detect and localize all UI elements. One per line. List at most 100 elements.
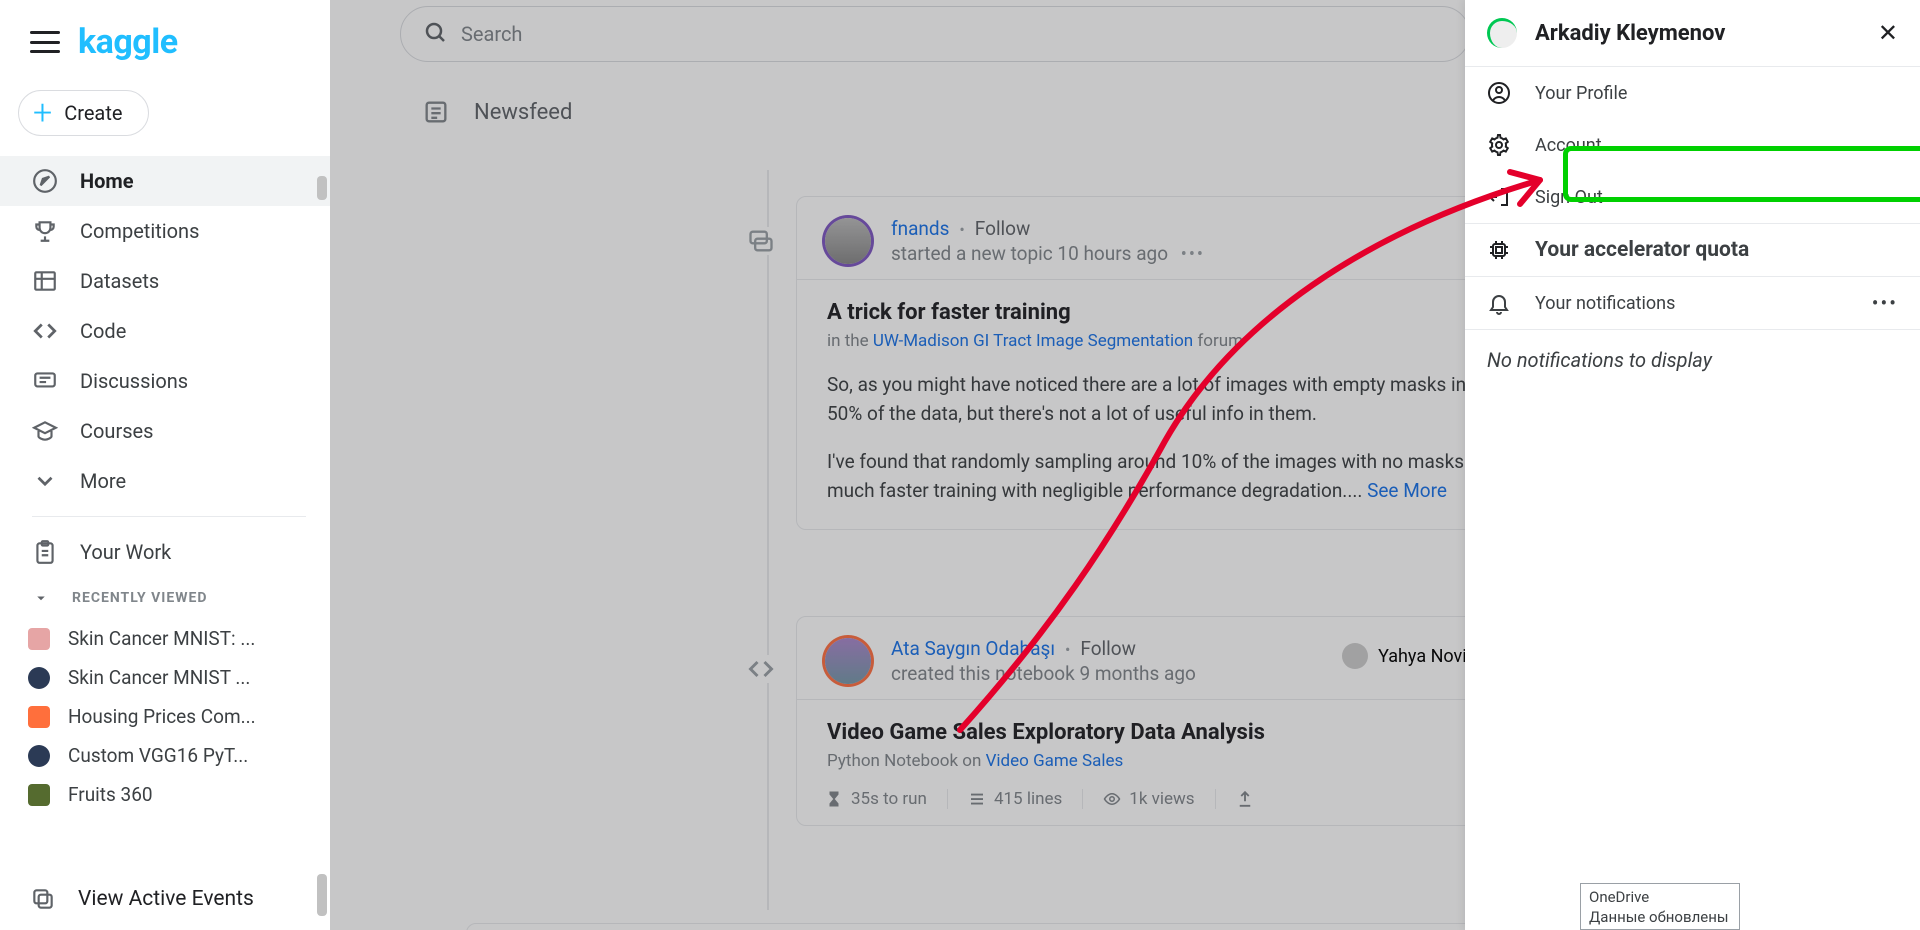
rv-item-2[interactable]: Housing Prices Com... (0, 697, 330, 736)
sidebar-item-home[interactable]: Home (0, 156, 330, 206)
copy-icon (30, 886, 56, 912)
sidebar-nav: Home Competitions Datasets Code Discussi… (0, 150, 330, 814)
panel-item-label: Sign Out (1535, 187, 1603, 208)
sidebar-item-label: Datasets (80, 269, 159, 293)
panel-item-accelerator-quota[interactable]: Your accelerator quota (1465, 224, 1920, 276)
avatar[interactable] (825, 218, 871, 264)
sidebar-item-label: Home (80, 169, 134, 193)
panel-item-profile[interactable]: Your Profile (1465, 67, 1920, 119)
rv-item-label: Housing Prices Com... (68, 705, 256, 728)
sidebar-item-discussions[interactable]: Discussions (0, 356, 330, 406)
feed-card-3: Jessica Li • Follow ▲ (466, 923, 1506, 930)
forum-link[interactable]: UW-Madison GI Tract Image Segmentation (873, 331, 1193, 351)
search-placeholder: Search (461, 22, 522, 46)
sidebar-item-courses[interactable]: Courses (0, 406, 330, 456)
sidebar-item-label: Courses (80, 419, 153, 443)
rv-item-label: Fruits 360 (68, 783, 153, 806)
more-icon[interactable]: ••• (1872, 291, 1898, 315)
panel-item-sign-out[interactable]: Sign Out (1465, 171, 1920, 223)
gear-icon (1487, 133, 1511, 157)
list-icon (422, 98, 450, 126)
rv-item-1[interactable]: Skin Cancer MNIST ... (0, 658, 330, 697)
rv-item-3[interactable]: Custom VGG16 PyT... (0, 736, 330, 775)
author-link[interactable]: Ata Saygın Odabaşı (891, 637, 1055, 660)
sidebar-item-code[interactable]: Code (0, 306, 330, 356)
view-active-events[interactable]: View Active Events (0, 872, 330, 930)
timeline-marker-code-icon (747, 655, 775, 683)
rv-thumb (28, 784, 50, 806)
stat-download[interactable] (1236, 789, 1274, 809)
card-subline: created this notebook 9 months ago (891, 662, 1196, 685)
sign-out-icon (1487, 185, 1511, 209)
clipboard-icon (32, 539, 58, 565)
sidebar-item-label: More (80, 469, 126, 493)
panel-user-name: Arkadiy Kleymenov (1535, 21, 1860, 46)
plus-icon: + (33, 101, 52, 125)
comment-icon (32, 368, 58, 394)
avatar[interactable] (825, 638, 871, 684)
account-panel: Arkadiy Kleymenov ✕ Your Profile Account… (1465, 0, 1920, 930)
create-button[interactable]: + Create (18, 90, 149, 136)
sidebar-scrollbar-thumb-2[interactable] (317, 874, 327, 916)
rv-item-0[interactable]: Skin Cancer MNIST: ... (0, 619, 330, 658)
search-input[interactable]: Search (400, 6, 1470, 62)
dot: • (1059, 640, 1076, 659)
panel-item-account[interactable]: Account (1465, 119, 1920, 171)
trophy-icon (32, 218, 58, 244)
lines-icon (968, 790, 986, 808)
rv-thumb (28, 706, 50, 728)
bell-icon (1487, 291, 1511, 315)
notifications-label: Your notifications (1535, 293, 1675, 314)
upload-icon (1236, 790, 1254, 808)
rv-thumb (28, 628, 50, 650)
chip-icon (1487, 238, 1511, 262)
timeline-line (767, 170, 769, 910)
recently-viewed-toggle[interactable]: RECENTLY VIEWED (0, 577, 330, 619)
eye-icon (1103, 790, 1121, 808)
follow-link[interactable]: Follow (975, 217, 1031, 240)
kaggle-logo[interactable]: kaggle (78, 22, 178, 62)
follow-link[interactable]: Follow (1080, 637, 1136, 660)
close-icon[interactable]: ✕ (1878, 19, 1898, 47)
tooltip-line: Данные обновлены (1589, 908, 1731, 928)
see-more-link[interactable]: See More (1367, 479, 1447, 502)
rv-item-4[interactable]: Fruits 360 (0, 775, 330, 814)
table-icon (32, 268, 58, 294)
rv-thumb (28, 745, 50, 767)
stat-views: 1k views (1103, 789, 1215, 809)
sidebar-item-label: Your Work (80, 540, 171, 564)
hamburger-icon[interactable] (30, 31, 60, 53)
panel-item-label: Account (1535, 135, 1602, 156)
create-button-label: Create (64, 101, 122, 125)
compass-icon (32, 168, 58, 194)
graduation-icon (32, 418, 58, 444)
author-link[interactable]: fnands (891, 217, 949, 240)
more-icon[interactable]: ••• (1173, 244, 1205, 265)
search-icon (423, 20, 447, 48)
card-subline: started a new topic 10 hours ago (891, 242, 1168, 265)
newsfeed-title: Newsfeed (474, 100, 572, 125)
panel-header: Arkadiy Kleymenov ✕ (1465, 0, 1920, 66)
sidebar-scrollbar-thumb[interactable] (317, 176, 327, 200)
sidebar-item-label: Code (80, 319, 126, 343)
sidebar-item-more[interactable]: More (0, 456, 330, 506)
panel-item-label: Your Profile (1535, 83, 1627, 104)
tooltip-title: OneDrive (1589, 888, 1731, 908)
active-events-label: View Active Events (78, 887, 254, 911)
user-circle-icon (1487, 81, 1511, 105)
timeline-marker-comment-icon (747, 227, 775, 255)
chevron-down-icon (32, 468, 58, 494)
dataset-link[interactable]: Video Game Sales (986, 751, 1124, 771)
sidebar: kaggle + Create Home Competitions Datase… (0, 0, 330, 930)
notifications-empty: No notifications to display (1465, 330, 1920, 390)
user-avatar[interactable] (1487, 18, 1517, 48)
dot: • (953, 220, 970, 239)
sidebar-item-label: Discussions (80, 369, 188, 393)
sidebar-item-datasets[interactable]: Datasets (0, 256, 330, 306)
sidebar-item-competitions[interactable]: Competitions (0, 206, 330, 256)
rv-item-label: Custom VGG16 PyT... (68, 744, 248, 767)
sidebar-item-your-work[interactable]: Your Work (0, 527, 330, 577)
rv-thumb (28, 667, 50, 689)
upvoter-avatar[interactable] (1342, 643, 1368, 669)
stat-runtime: 35s to run (825, 789, 948, 809)
